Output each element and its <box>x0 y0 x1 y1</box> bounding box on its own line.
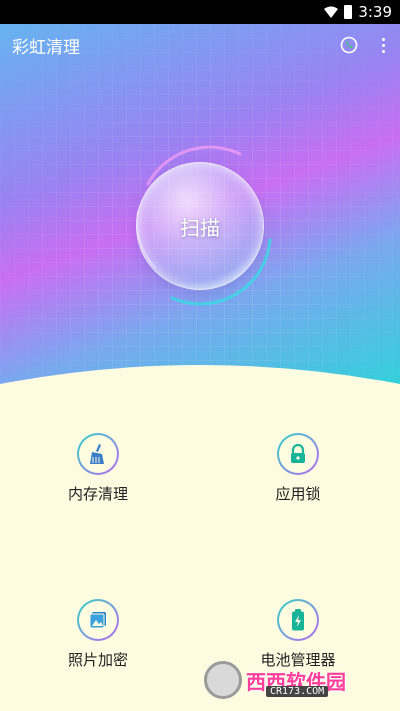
watermark-url: CR173.COM <box>266 686 329 697</box>
watermark-logo-icon <box>204 661 242 699</box>
status-time: 3:39 <box>358 3 392 21</box>
feature-photo-encrypt[interactable]: 照片加密 <box>28 599 168 670</box>
status-bar: 3:39 <box>0 0 400 24</box>
lock-icon <box>277 433 319 475</box>
scan-area: 扫描 <box>120 140 280 310</box>
battery-status-icon <box>344 5 353 19</box>
wifi-icon <box>324 6 339 18</box>
battery-icon <box>277 599 319 641</box>
phone-button[interactable] <box>332 24 366 66</box>
scan-label: 扫描 <box>180 215 220 240</box>
feature-label: 应用锁 <box>275 485 321 503</box>
app-bar: 彩虹清理 <box>0 24 400 66</box>
photo-icon <box>77 599 119 641</box>
hero-curve <box>0 365 400 420</box>
broom-icon <box>77 433 119 475</box>
phone-icon <box>340 36 358 54</box>
feature-label: 照片加密 <box>67 651 128 669</box>
watermark: 西西软件园 CR173.COM <box>204 660 384 700</box>
more-vert-icon <box>381 37 385 53</box>
app-title: 彩虹清理 <box>12 37 80 58</box>
feature-app-lock[interactable]: 应用锁 <box>228 433 368 504</box>
feature-label: 内存清理 <box>67 485 128 503</box>
feature-memory-clean[interactable]: 内存清理 <box>28 433 168 504</box>
more-options-button[interactable] <box>366 24 400 66</box>
scan-button[interactable]: 扫描 <box>136 162 264 290</box>
